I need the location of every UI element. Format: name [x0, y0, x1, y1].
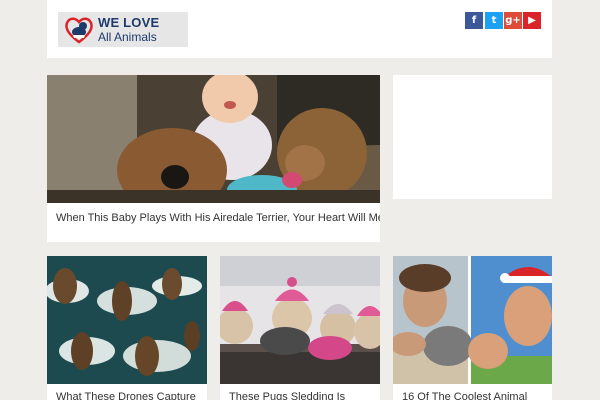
article-title[interactable]: 16 Of The Coolest Animal	[402, 391, 527, 400]
site-logo[interactable]: WE LOVE All Animals	[58, 12, 188, 47]
article-thumbnail-drones[interactable]	[47, 256, 207, 384]
sidebar-ad-box	[393, 75, 552, 199]
article-title[interactable]: What These Drones Capture	[56, 391, 196, 400]
article-thumbnail-coolest-animal[interactable]	[393, 256, 552, 384]
heart-dog-logo-icon	[65, 17, 93, 44]
baby-terrier-photo	[47, 75, 380, 203]
article-card-coolest-animal[interactable]: 16 Of The Coolest Animal	[393, 256, 552, 400]
twitter-icon[interactable]: t	[485, 12, 503, 29]
article-thumbnail-pugs[interactable]	[220, 256, 380, 384]
featured-article-image[interactable]	[47, 75, 380, 203]
logo-subtitle: All Animals	[98, 30, 157, 44]
featured-article-title[interactable]: When This Baby Plays With His Airedale T…	[56, 212, 380, 224]
article-title[interactable]: These Pugs Sledding Is	[229, 391, 345, 400]
animal-selfies-photo	[393, 256, 552, 384]
article-card-drones[interactable]: What These Drones Capture	[47, 256, 207, 400]
drone-whales-photo	[47, 256, 207, 384]
featured-article-card[interactable]: When This Baby Plays With His Airedale T…	[47, 75, 380, 242]
youtube-icon[interactable]: ▶	[523, 12, 541, 29]
pugs-sledding-photo	[220, 256, 380, 384]
google-plus-icon[interactable]: g+	[504, 12, 522, 29]
logo-title: WE LOVE	[98, 15, 160, 30]
article-card-pugs[interactable]: These Pugs Sledding Is	[220, 256, 380, 400]
site-header: WE LOVE All Animals f t g+ ▶	[47, 0, 552, 58]
facebook-icon[interactable]: f	[465, 12, 483, 29]
